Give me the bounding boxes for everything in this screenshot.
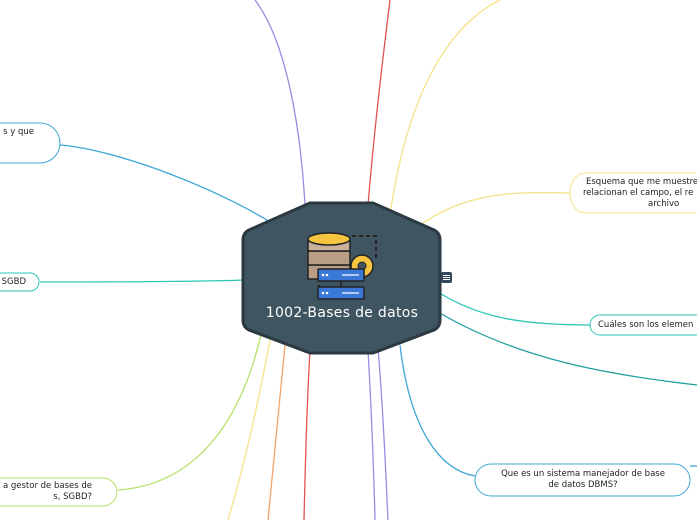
branch-green-left-bottom [117,329,263,491]
branch-purple-bottom-1 [367,349,376,520]
branch-teal-left-sgbd [39,279,247,283]
branch-red-bottom [303,349,311,520]
mind-map-canvas [0,0,697,520]
node-right-dbms-line1: Que es un sistema manejador de base [501,469,665,479]
node-left-sgbd-text: SGBD [1,277,26,287]
node-left-bottom-line1: a gestor de bases de [2,481,92,491]
node-right-schema-line3: archivo [648,199,680,209]
node-left-bottom[interactable]: a gestor de bases de s, SGBD? [0,481,92,503]
branch-blue-left-top [59,144,276,226]
node-left-bottom-line2: s, SGBD? [53,492,92,502]
node-right-dbms[interactable]: Que es un sistema manejador de base de d… [478,469,688,491]
branch-yellow-bottom-left [227,339,271,520]
branch-teal-elements [434,289,591,326]
node-right-schema[interactable]: Esquema que me muestre relacionan el cam… [578,177,697,210]
node-right-elements[interactable]: Cuáles son los elemen [598,320,697,331]
node-left-top-text: s y que [3,127,34,137]
branch-yellow-top [389,0,501,216]
node-right-schema-line2: relacionan el campo, el re [583,188,694,198]
branch-red-top [367,0,391,206]
node-left-sgbd[interactable]: SGBD [0,277,26,288]
node-right-dbms-line2: de datos DBMS? [548,480,618,490]
branch-orange-bottom [267,344,286,520]
node-left-top[interactable]: s y que [0,127,34,138]
branch-yellow-schema [419,191,571,226]
notes-icon[interactable] [441,272,452,283]
node-right-schema-line1: Esquema que me muestre [586,177,697,187]
branch-blue-dbms [399,344,476,477]
node-right-elements-text: Cuáles son los elemen [598,320,694,330]
central-topic-title[interactable]: 1002-Bases de datos [246,305,438,321]
branch-purple-bottom-2 [377,347,389,520]
branch-purple-top [254,0,306,206]
